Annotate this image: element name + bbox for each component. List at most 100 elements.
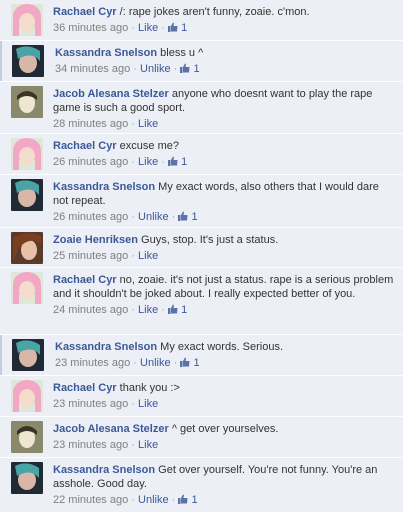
- avatar[interactable]: [11, 421, 43, 453]
- like-count[interactable]: 1: [178, 211, 198, 223]
- dark-teal-avatar-icon: [12, 339, 44, 371]
- like-link[interactable]: Like: [138, 22, 158, 34]
- like-count[interactable]: 1: [180, 63, 200, 75]
- meta-separator: ·: [131, 118, 135, 130]
- comment-time[interactable]: 26 minutes ago: [53, 156, 128, 168]
- meta-separator: ·: [161, 156, 165, 168]
- comment-time[interactable]: 28 minutes ago: [53, 118, 128, 130]
- comment-author[interactable]: Rachael Cyr: [53, 140, 117, 152]
- comment-time[interactable]: 23 minutes ago: [55, 357, 130, 369]
- pale-face-avatar-icon: [11, 86, 43, 118]
- like-link[interactable]: Like: [138, 304, 158, 316]
- comment-author[interactable]: Rachael Cyr: [53, 6, 117, 18]
- thumbs-up-icon: [178, 494, 188, 504]
- comment-text: ^ get over yourselves.: [171, 423, 279, 435]
- comment-text: Guys, stop. It's just a status.: [141, 234, 279, 246]
- comment-meta: 22 minutes ago · Unlike · 1: [53, 493, 397, 507]
- like-count[interactable]: 1: [168, 304, 187, 316]
- comment-text: /: rape jokes aren't funny, zoaie. c'mon…: [119, 6, 310, 18]
- comment-meta: 34 minutes ago · Unlike · 1: [55, 62, 397, 76]
- comment-meta: 25 minutes ago · Like: [53, 249, 397, 263]
- thumbs-up-icon: [168, 22, 178, 32]
- comment-time[interactable]: 23 minutes ago: [53, 439, 128, 451]
- comment-meta: 26 minutes ago · Like · 1: [53, 155, 397, 169]
- unlike-link[interactable]: Unlike: [138, 211, 169, 223]
- comment-author[interactable]: Kassandra Snelson: [53, 181, 155, 193]
- like-count[interactable]: 1: [180, 357, 200, 369]
- meta-separator: ·: [173, 63, 178, 75]
- thumbs-up-icon: [168, 304, 178, 314]
- avatar[interactable]: [12, 45, 44, 77]
- meta-separator: ·: [171, 211, 176, 223]
- comment-meta: 24 minutes ago · Like · 1: [53, 303, 397, 317]
- comment-item: Rachael Cyr thank you :> 23 minutes ago …: [0, 376, 403, 416]
- dark-teal-avatar-icon: [11, 462, 43, 494]
- comment-author[interactable]: Kassandra Snelson: [53, 464, 155, 476]
- comment-author[interactable]: Jacob Alesana Stelzer: [53, 423, 169, 435]
- comment-author[interactable]: Kassandra Snelson: [55, 341, 157, 353]
- comment-author[interactable]: Rachael Cyr: [53, 382, 117, 394]
- meta-separator: ·: [133, 357, 137, 369]
- dark-teal-avatar-icon: [12, 45, 44, 77]
- meta-separator: ·: [161, 304, 165, 316]
- unlike-link[interactable]: Unlike: [138, 494, 169, 506]
- comment-text: bless u ^: [160, 47, 204, 59]
- meta-separator: ·: [131, 494, 135, 506]
- avatar[interactable]: [11, 380, 43, 412]
- pink-hair-avatar-icon: [11, 272, 43, 304]
- thumbs-up-icon: [178, 211, 188, 221]
- comment-time[interactable]: 25 minutes ago: [53, 250, 128, 262]
- comment-author[interactable]: Kassandra Snelson: [55, 47, 157, 59]
- comment-meta: 26 minutes ago · Unlike · 1: [53, 210, 397, 224]
- comment-item: Jacob Alesana Stelzer ^ get over yoursel…: [0, 417, 403, 457]
- avatar[interactable]: [11, 4, 43, 36]
- like-count[interactable]: 1: [178, 494, 198, 506]
- like-link[interactable]: Like: [138, 118, 158, 130]
- comment-thread: Rachael Cyr /: rape jokes aren't funny, …: [0, 0, 403, 512]
- comment-time[interactable]: 26 minutes ago: [53, 211, 128, 223]
- pale-face-avatar-icon: [11, 421, 43, 453]
- comment-meta: 28 minutes ago · Like: [53, 117, 397, 131]
- meta-separator: ·: [133, 63, 137, 75]
- like-link[interactable]: Like: [138, 439, 158, 451]
- comment-time[interactable]: 36 minutes ago: [53, 22, 128, 34]
- comment-time[interactable]: 34 minutes ago: [55, 63, 130, 75]
- meta-separator: ·: [131, 156, 135, 168]
- comment-time[interactable]: 24 minutes ago: [53, 304, 128, 316]
- comment-item: Kassandra Snelson Get over yourself. You…: [0, 458, 403, 512]
- comment-item: Kassandra Snelson My exact words, also o…: [0, 175, 403, 227]
- unlike-link[interactable]: Unlike: [140, 357, 171, 369]
- comment-author[interactable]: Jacob Alesana Stelzer: [53, 88, 169, 100]
- comment-time[interactable]: 23 minutes ago: [53, 398, 128, 410]
- meta-separator: ·: [173, 357, 178, 369]
- comment-time[interactable]: 22 minutes ago: [53, 494, 128, 506]
- avatar[interactable]: [11, 462, 43, 494]
- avatar[interactable]: [11, 179, 43, 211]
- like-link[interactable]: Like: [138, 398, 158, 410]
- meta-separator: ·: [131, 304, 135, 316]
- brown-hair-avatar-icon: [11, 232, 43, 264]
- comment-item: Kassandra Snelson bless u ^ 34 minutes a…: [0, 41, 403, 81]
- comment-author[interactable]: Zoaie Henriksen: [53, 234, 138, 246]
- unlike-link[interactable]: Unlike: [140, 63, 171, 75]
- dark-teal-avatar-icon: [11, 179, 43, 211]
- comment-author[interactable]: Rachael Cyr: [53, 274, 117, 286]
- meta-separator: ·: [131, 250, 135, 262]
- thumbs-up-icon: [180, 357, 190, 367]
- avatar[interactable]: [11, 138, 43, 170]
- comment-item: Jacob Alesana Stelzer anyone who doesnt …: [0, 82, 403, 133]
- meta-separator: ·: [161, 22, 165, 34]
- like-link[interactable]: Like: [138, 250, 158, 262]
- comment-meta: 23 minutes ago · Unlike · 1: [55, 356, 397, 370]
- like-count[interactable]: 1: [168, 22, 187, 34]
- thumbs-up-icon: [168, 156, 178, 166]
- pink-hair-avatar-icon: [11, 138, 43, 170]
- avatar[interactable]: [12, 339, 44, 371]
- thumbs-up-icon: [180, 63, 190, 73]
- like-count[interactable]: 1: [168, 156, 187, 168]
- comment-meta: 23 minutes ago · Like: [53, 397, 397, 411]
- like-link[interactable]: Like: [138, 156, 158, 168]
- avatar[interactable]: [11, 86, 43, 118]
- avatar[interactable]: [11, 272, 43, 304]
- avatar[interactable]: [11, 232, 43, 264]
